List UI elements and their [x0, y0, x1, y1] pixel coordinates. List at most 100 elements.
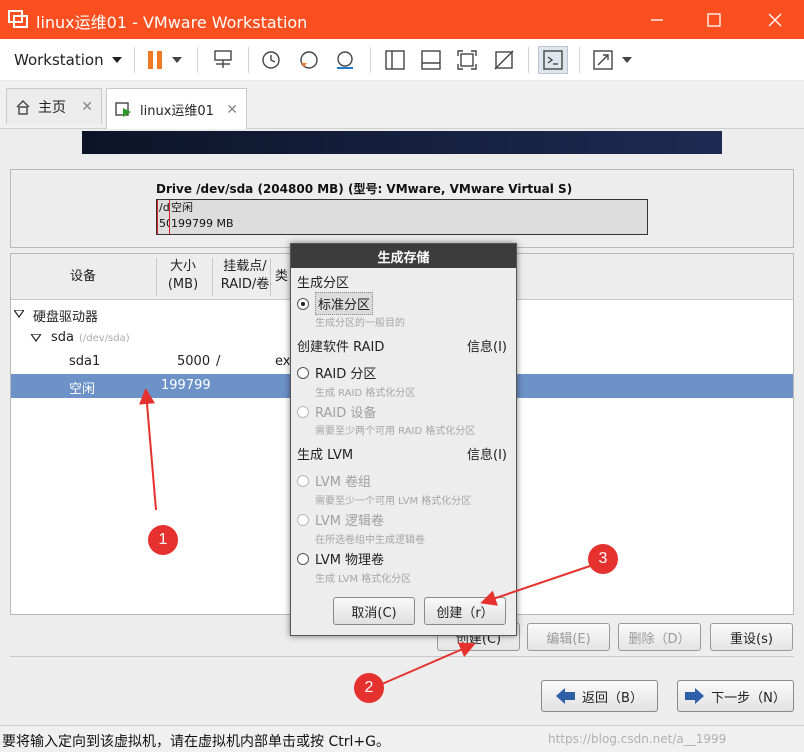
vm-running-icon — [115, 101, 131, 117]
caret-down-icon — [172, 57, 182, 63]
console-view-button[interactable] — [538, 46, 568, 74]
unity-button[interactable] — [491, 47, 517, 73]
lvm-info-button[interactable]: 信息(I) — [467, 444, 507, 463]
bottom-panel-layout-icon — [421, 50, 441, 70]
send-ctrl-alt-del-button[interactable] — [210, 47, 236, 73]
segment-label-line-2: 50 — [159, 217, 169, 230]
toolbar-divider — [528, 47, 529, 73]
cell-type: ex — [275, 354, 291, 369]
free-segment-size: 199799 MB — [171, 217, 234, 230]
tab-linux-vm[interactable]: linux运维01 ✕ — [106, 88, 247, 130]
size-header-line-2: (MB) — [167, 277, 199, 292]
back-button-label: 返回（B） — [582, 690, 643, 706]
option-raid-device: RAID 设备 — [297, 402, 376, 421]
pause-icon — [148, 51, 162, 69]
column-divider — [212, 258, 213, 296]
watermark-text: https://blog.csdn.net/a__1999 — [548, 732, 727, 746]
segment-label-line-1: /d — [159, 201, 170, 214]
close-tab-icon[interactable]: ✕ — [226, 102, 238, 118]
expand-triangle-icon[interactable] — [14, 310, 24, 318]
drive-partition-bar: /d 50 空闲 199799 MB — [156, 199, 648, 235]
tab-home-label: 主页 — [38, 99, 66, 116]
section-lvm: 生成 LVM — [297, 448, 354, 463]
revert-snapshot-button[interactable] — [296, 47, 322, 73]
back-button[interactable]: 返回（B） — [541, 680, 658, 712]
toolbar-divider — [197, 47, 198, 73]
sidebar-view-button[interactable] — [382, 47, 408, 73]
arrow-right-icon — [685, 688, 705, 704]
mount-header-line-2: RAID/卷 — [220, 277, 270, 292]
option-lvm-pv-desc: 生成 LVM 格式化分区 — [315, 574, 412, 585]
unity-disabled-icon — [494, 50, 514, 70]
dialog-title: 生成存储 — [291, 244, 516, 268]
option-lvm-logical-volume: LVM 逻辑卷 — [297, 510, 384, 529]
option-raid-partition-desc: 生成 RAID 格式化分区 — [315, 388, 416, 399]
edit-button[interactable]: 编辑(E) — [527, 623, 610, 651]
delete-button[interactable]: 删除（D） — [618, 623, 701, 651]
workstation-menu[interactable]: Workstation — [14, 51, 122, 69]
option-raid-device-desc: 需要至少两个可用 RAID 格式化分区 — [315, 426, 476, 437]
free-segment-label: 空闲 — [171, 201, 193, 214]
reset-button[interactable]: 重设(s) — [710, 623, 793, 651]
caret-down-icon — [111, 57, 122, 63]
storage-options-list: 生成分区 标准分区 生成分区的一般目的 创建软件 RAID 信息(I) RAID… — [291, 268, 516, 588]
main-toolbar: Workstation — [0, 39, 804, 81]
power-dropdown[interactable] — [168, 47, 186, 73]
option-standard-desc: 生成分区的一般目的 — [315, 318, 405, 329]
next-button-label: 下一步（N） — [711, 690, 786, 706]
snapshot-manager-button[interactable] — [332, 47, 358, 73]
dialog-create-button[interactable]: 创建（r） — [424, 597, 506, 625]
window-title: linux运维01 - VMware Workstation — [36, 13, 308, 32]
radio-icon — [297, 474, 309, 487]
column-divider — [156, 258, 157, 296]
cell-size: 5000 — [177, 354, 211, 369]
drive-overview: Drive /dev/sda (204800 MB) (型号: VMware, … — [10, 169, 794, 248]
pause-button[interactable] — [142, 47, 168, 73]
snapshot-clock-icon — [262, 51, 280, 69]
minimize-button[interactable] — [632, 0, 682, 39]
stretch-view-button[interactable] — [590, 47, 616, 73]
radio-selected-icon[interactable] — [297, 297, 309, 310]
tab-home[interactable]: 主页 ✕ — [6, 88, 102, 124]
snapshot-manager-icon — [337, 51, 353, 69]
radio-icon — [297, 405, 309, 418]
tree-disks-label: 硬盘驱动器 — [33, 310, 99, 325]
sidebar-layout-icon — [385, 50, 405, 70]
expand-triangle-icon[interactable] — [31, 334, 41, 342]
partition-segment-sda1[interactable]: /d 50 — [157, 200, 170, 234]
option-lvm-volume-group: LVM 卷组 — [297, 471, 371, 490]
radio-icon[interactable] — [297, 552, 309, 565]
close-button[interactable] — [750, 0, 800, 39]
partition-segment-free[interactable]: 空闲 199799 MB — [171, 200, 234, 232]
dialog-cancel-button[interactable]: 取消(C) — [333, 597, 415, 625]
tab-vm-label: linux运维01 — [140, 104, 214, 119]
mount-header-line-1: 挂载点/ — [223, 259, 267, 274]
minimize-icon — [651, 18, 663, 21]
tab-bar: 主页 ✕ linux运维01 ✕ — [0, 81, 804, 130]
option-standard-partition[interactable]: 标准分区 — [297, 292, 374, 315]
radio-icon[interactable] — [297, 366, 309, 379]
next-button[interactable]: 下一步（N） — [677, 680, 794, 712]
tree-sda-label: sda — [51, 330, 74, 345]
maximize-icon — [707, 12, 721, 27]
cell-device: sda1 — [69, 354, 101, 369]
caret-down-icon — [622, 57, 632, 63]
close-tab-icon[interactable]: ✕ — [81, 99, 93, 115]
option-lvm-vg-desc: 需要至少一个可用 LVM 格式化分区 — [315, 496, 472, 507]
installer-banner — [82, 131, 722, 154]
option-lvm-physical-volume[interactable]: LVM 物理卷 — [297, 549, 384, 568]
option-raid-partition[interactable]: RAID 分区 — [297, 363, 376, 382]
column-header-type: 类 — [275, 269, 289, 284]
snapshot-button[interactable] — [258, 47, 284, 73]
column-divider — [270, 258, 271, 296]
arrow-left-icon — [556, 688, 576, 704]
section-partition: 生成分区 — [297, 276, 350, 291]
maximize-button[interactable] — [689, 0, 739, 39]
raid-info-button[interactable]: 信息(I) — [467, 336, 507, 355]
thumbnail-view-button[interactable] — [418, 47, 444, 73]
option-lvm-lv-label: LVM 逻辑卷 — [315, 514, 385, 529]
annotation-badge-3: 3 — [588, 544, 618, 574]
stretch-dropdown[interactable] — [618, 47, 636, 73]
full-screen-button[interactable] — [454, 47, 480, 73]
divider — [10, 656, 794, 657]
